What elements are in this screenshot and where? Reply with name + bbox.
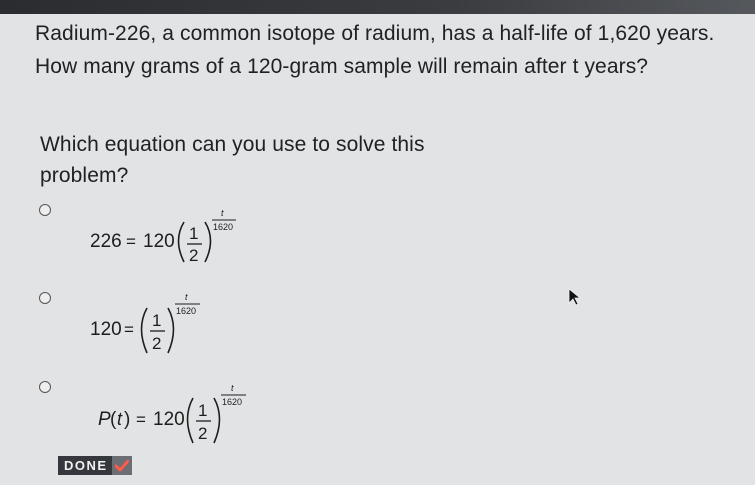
option-3-equation[interactable]: P ( t ) = 120 1 2 t 1620 <box>96 373 266 453</box>
option-3-coef: 120 <box>153 409 185 430</box>
option-3-exp-den: 1620 <box>222 397 242 407</box>
question-panel: Radium-226, a common isotope of radium, … <box>0 0 755 485</box>
right-paren <box>204 221 212 263</box>
option-2-lhs: 120 <box>90 319 122 340</box>
option-1-coef: 120 <box>143 231 175 252</box>
question-text-line-1: Radium-226, a common isotope of radium, … <box>35 22 715 45</box>
option-2-radio[interactable] <box>39 292 51 304</box>
done-button-label: DONE <box>58 456 112 475</box>
option-2-exp-num: t <box>185 292 188 302</box>
option-1-exp-num: t <box>221 208 224 218</box>
question-text-line-2: How many grams of a 120-gram sample will… <box>35 55 649 78</box>
left-paren <box>140 307 148 354</box>
open-paren: ( <box>110 409 117 430</box>
mouse-cursor-icon <box>568 288 582 311</box>
check-icon <box>111 456 132 475</box>
right-paren <box>167 307 175 354</box>
option-2-base-den: 2 <box>152 334 161 353</box>
option-3-arg: t <box>117 409 123 429</box>
equals-sign: = <box>126 232 136 251</box>
left-paren <box>186 397 194 444</box>
option-3-radio[interactable] <box>39 381 51 393</box>
close-paren: ) <box>124 409 130 430</box>
right-paren <box>213 397 221 444</box>
done-button[interactable]: DONE <box>58 456 132 475</box>
option-1-equation[interactable]: 226 = 120 1 2 t 1620 <box>88 200 258 275</box>
prompt-text-line-1: Which equation can you use to solve this <box>40 133 425 156</box>
option-1-exp-den: 1620 <box>213 222 233 232</box>
option-3-exp-num: t <box>231 383 234 393</box>
equals-sign: = <box>136 410 146 429</box>
option-1-lhs: 226 <box>90 231 122 252</box>
option-3-base-den: 2 <box>198 424 207 443</box>
option-2-equation[interactable]: 120 = 1 2 t 1620 <box>88 283 238 363</box>
option-1-base-den: 2 <box>189 246 198 265</box>
option-2-base-num: 1 <box>152 311 161 330</box>
equals-sign: = <box>124 320 134 339</box>
option-1-base-num: 1 <box>189 224 198 243</box>
option-1-radio[interactable] <box>39 204 51 216</box>
left-paren <box>177 221 185 263</box>
prompt-text-line-2: problem? <box>40 164 129 187</box>
option-2-exp-den: 1620 <box>176 306 196 316</box>
option-3-base-num: 1 <box>198 401 207 420</box>
